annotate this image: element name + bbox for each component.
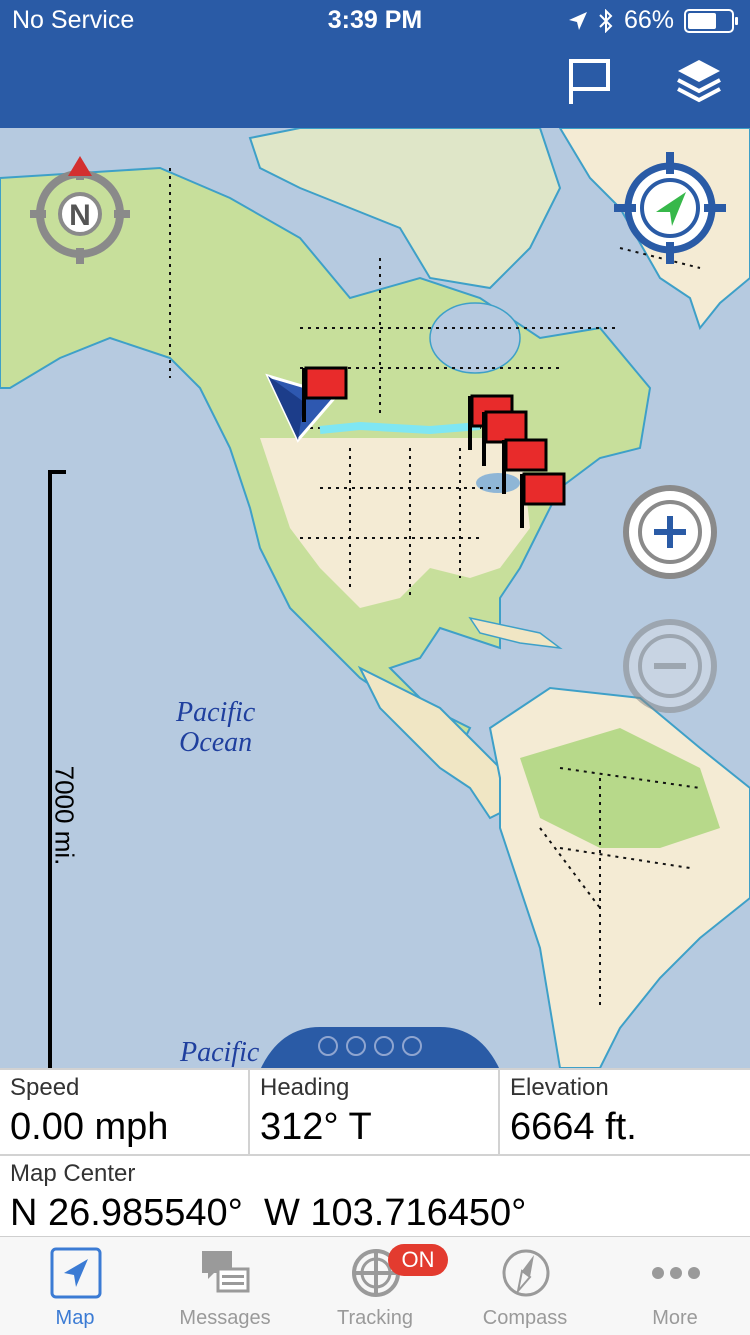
hudson-bay	[429, 302, 521, 374]
scale-bar: 7000 mi.	[44, 470, 79, 1068]
status-bar: No Service 3:39 PM 66%	[0, 0, 750, 42]
page-dot	[402, 1036, 422, 1056]
waypoint-flag-icon[interactable]	[298, 364, 350, 424]
track-line	[319, 421, 481, 435]
tab-label: More	[652, 1307, 698, 1329]
tab-messages[interactable]: Messages	[150, 1237, 300, 1335]
zoom-in-button[interactable]	[622, 484, 718, 580]
top-header: No Service 3:39 PM 66%	[0, 0, 750, 128]
tab-compass[interactable]: Compass	[450, 1237, 600, 1335]
info-panel: Speed 0.00 mph Heading 312° T Elevation …	[0, 1068, 750, 1238]
speed-value: 0.00 mph	[10, 1106, 169, 1148]
scale-label: 7000 mi.	[49, 765, 80, 866]
map-center-value: N 26.985540° W 103.716450°	[10, 1192, 527, 1234]
elevation-label: Elevation	[510, 1074, 609, 1101]
page-dots	[318, 1036, 422, 1056]
ocean-label-pacific-bottom: Pacific	[180, 1037, 260, 1068]
tab-label: Map	[55, 1307, 95, 1329]
ocean-label-pacific: Pacific Ocean	[176, 697, 256, 758]
tab-label: Tracking	[337, 1307, 413, 1329]
elevation-cell[interactable]: Elevation 6664 ft.	[500, 1070, 750, 1154]
central-america-land	[357, 665, 512, 820]
zoom-out-button[interactable]	[622, 618, 718, 714]
battery-icon	[684, 8, 738, 33]
north-up-compass-button[interactable]: N	[22, 156, 138, 272]
page-dot	[318, 1036, 338, 1056]
location-arrow-icon	[568, 11, 587, 30]
layers-icon[interactable]	[674, 56, 724, 106]
locate-me-button[interactable]	[612, 150, 728, 266]
waypoint-flag-icon[interactable]	[516, 470, 568, 530]
status-right: 66%	[568, 6, 738, 35]
page-dot	[346, 1036, 366, 1056]
tab-label: Messages	[179, 1307, 271, 1329]
page-dot	[374, 1036, 394, 1056]
speed-label: Speed	[10, 1074, 80, 1101]
map-center-label: Map Center	[10, 1160, 136, 1187]
tab-label: Compass	[482, 1307, 568, 1329]
heading-cell[interactable]: Heading 312° T	[250, 1070, 500, 1154]
tab-bar: Map Messages Tracking Compass More	[0, 1236, 750, 1335]
heading-label: Heading	[260, 1074, 350, 1101]
compass-icon	[502, 1249, 550, 1297]
elevation-value: 6664 ft.	[510, 1106, 637, 1148]
bluetooth-icon	[599, 8, 613, 33]
more-icon	[652, 1267, 700, 1279]
map-view[interactable]: N 7000 mi. Pacific Ocean Pacific	[0, 128, 750, 1068]
battery-percent: 66%	[623, 6, 674, 34]
messages-icon	[202, 1251, 250, 1293]
tab-more[interactable]: More	[600, 1237, 750, 1335]
speed-cell[interactable]: Speed 0.00 mph	[0, 1070, 250, 1154]
map-navigation-icon	[50, 1247, 102, 1299]
tracking-on-badge: ON	[388, 1244, 448, 1276]
map-center-cell[interactable]: Map Center N 26.985540° W 103.716450°	[0, 1154, 750, 1240]
compass-letter: N	[69, 199, 91, 232]
flag-icon[interactable]	[564, 56, 614, 106]
tab-map[interactable]: Map	[0, 1237, 150, 1335]
heading-value: 312° T	[260, 1106, 372, 1148]
